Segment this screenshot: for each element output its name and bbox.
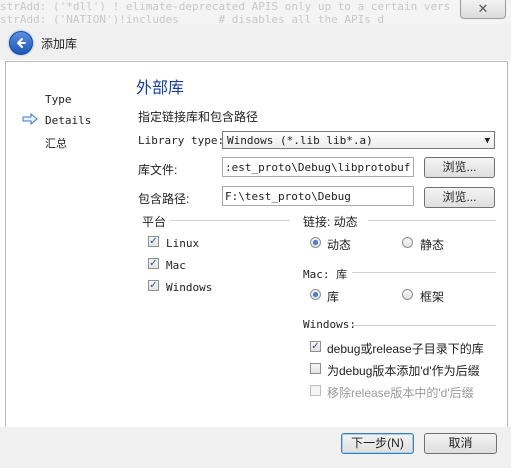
debug-release-subdir-label: debug或release子目录下的库: [327, 342, 484, 356]
include-path-label: 包含路径:: [138, 192, 190, 206]
cancel-button[interactable]: 取消: [424, 433, 497, 454]
mac-framework-radio[interactable]: [402, 289, 413, 300]
mac-group-title: Mac: 库: [303, 268, 348, 281]
link-static-radio[interactable]: [402, 237, 413, 248]
mac-label: Mac: [166, 259, 186, 272]
mac-library-label: 库: [327, 290, 340, 304]
window-title: 添加库: [41, 37, 78, 51]
next-button[interactable]: 下一步(N): [341, 433, 414, 454]
link-group-title: 链接: 动态: [303, 215, 358, 229]
platform-group-title: 平台: [142, 215, 167, 229]
mac-framework-label: 框架: [420, 290, 445, 304]
lib-file-label: 库文件:: [138, 163, 178, 177]
library-type-value: Windows (*.lib lib*.a): [227, 134, 373, 147]
nav-item-type[interactable]: Type: [45, 93, 72, 106]
link-dynamic-radio[interactable]: [310, 237, 321, 248]
windows-checkbox[interactable]: ✓: [148, 280, 159, 291]
nav-item-summary[interactable]: 汇总: [45, 135, 67, 151]
link-static-label: 静态: [420, 238, 445, 252]
debug-suffix-label: 为debug版本添加'd'作为后缀: [327, 364, 480, 378]
library-type-label: Library type:: [138, 134, 225, 147]
browse-lib-button[interactable]: 浏览...: [424, 157, 495, 178]
browse-include-button[interactable]: 浏览...: [424, 187, 495, 208]
linux-label: Linux: [166, 237, 200, 250]
library-type-select[interactable]: Windows (*.lib lib*.a) ▼: [222, 131, 495, 149]
page-title: 外部库: [136, 80, 185, 97]
windows-group-title: Windows:: [303, 318, 356, 331]
back-arrow-icon: [17, 38, 26, 48]
debug-suffix-checkbox[interactable]: [310, 363, 321, 374]
include-path-field[interactable]: F:\test_proto\Debug: [222, 186, 414, 206]
debug-release-subdir-checkbox[interactable]: ✓: [310, 341, 321, 352]
platform-divider: [170, 220, 290, 221]
linux-checkbox[interactable]: ✓: [148, 236, 159, 247]
remove-release-suffix-checkbox[interactable]: [310, 385, 321, 396]
lib-file-field[interactable]: :est_proto\Debug\libprotobuf.lib: [222, 157, 414, 177]
mac-library-radio[interactable]: [310, 289, 321, 300]
windows-label: Windows: [166, 281, 213, 294]
link-dynamic-label: 动态: [327, 238, 352, 252]
back-button[interactable]: [9, 31, 33, 55]
nav-item-details[interactable]: Details: [45, 114, 91, 127]
chevron-down-icon: ▼: [484, 136, 490, 146]
page-subtitle: 指定链接库和包含路径: [138, 110, 259, 124]
mac-checkbox[interactable]: ✓: [148, 258, 159, 269]
close-icon: ✕: [477, 1, 489, 16]
close-button[interactable]: ✕: [460, 0, 506, 19]
arrow-right-icon: [22, 113, 38, 125]
mac-divider: [352, 272, 496, 273]
remove-release-suffix-label: 移除release版本中的'd'后缀: [327, 386, 474, 400]
link-divider: [368, 220, 496, 221]
windows-divider: [352, 325, 496, 326]
